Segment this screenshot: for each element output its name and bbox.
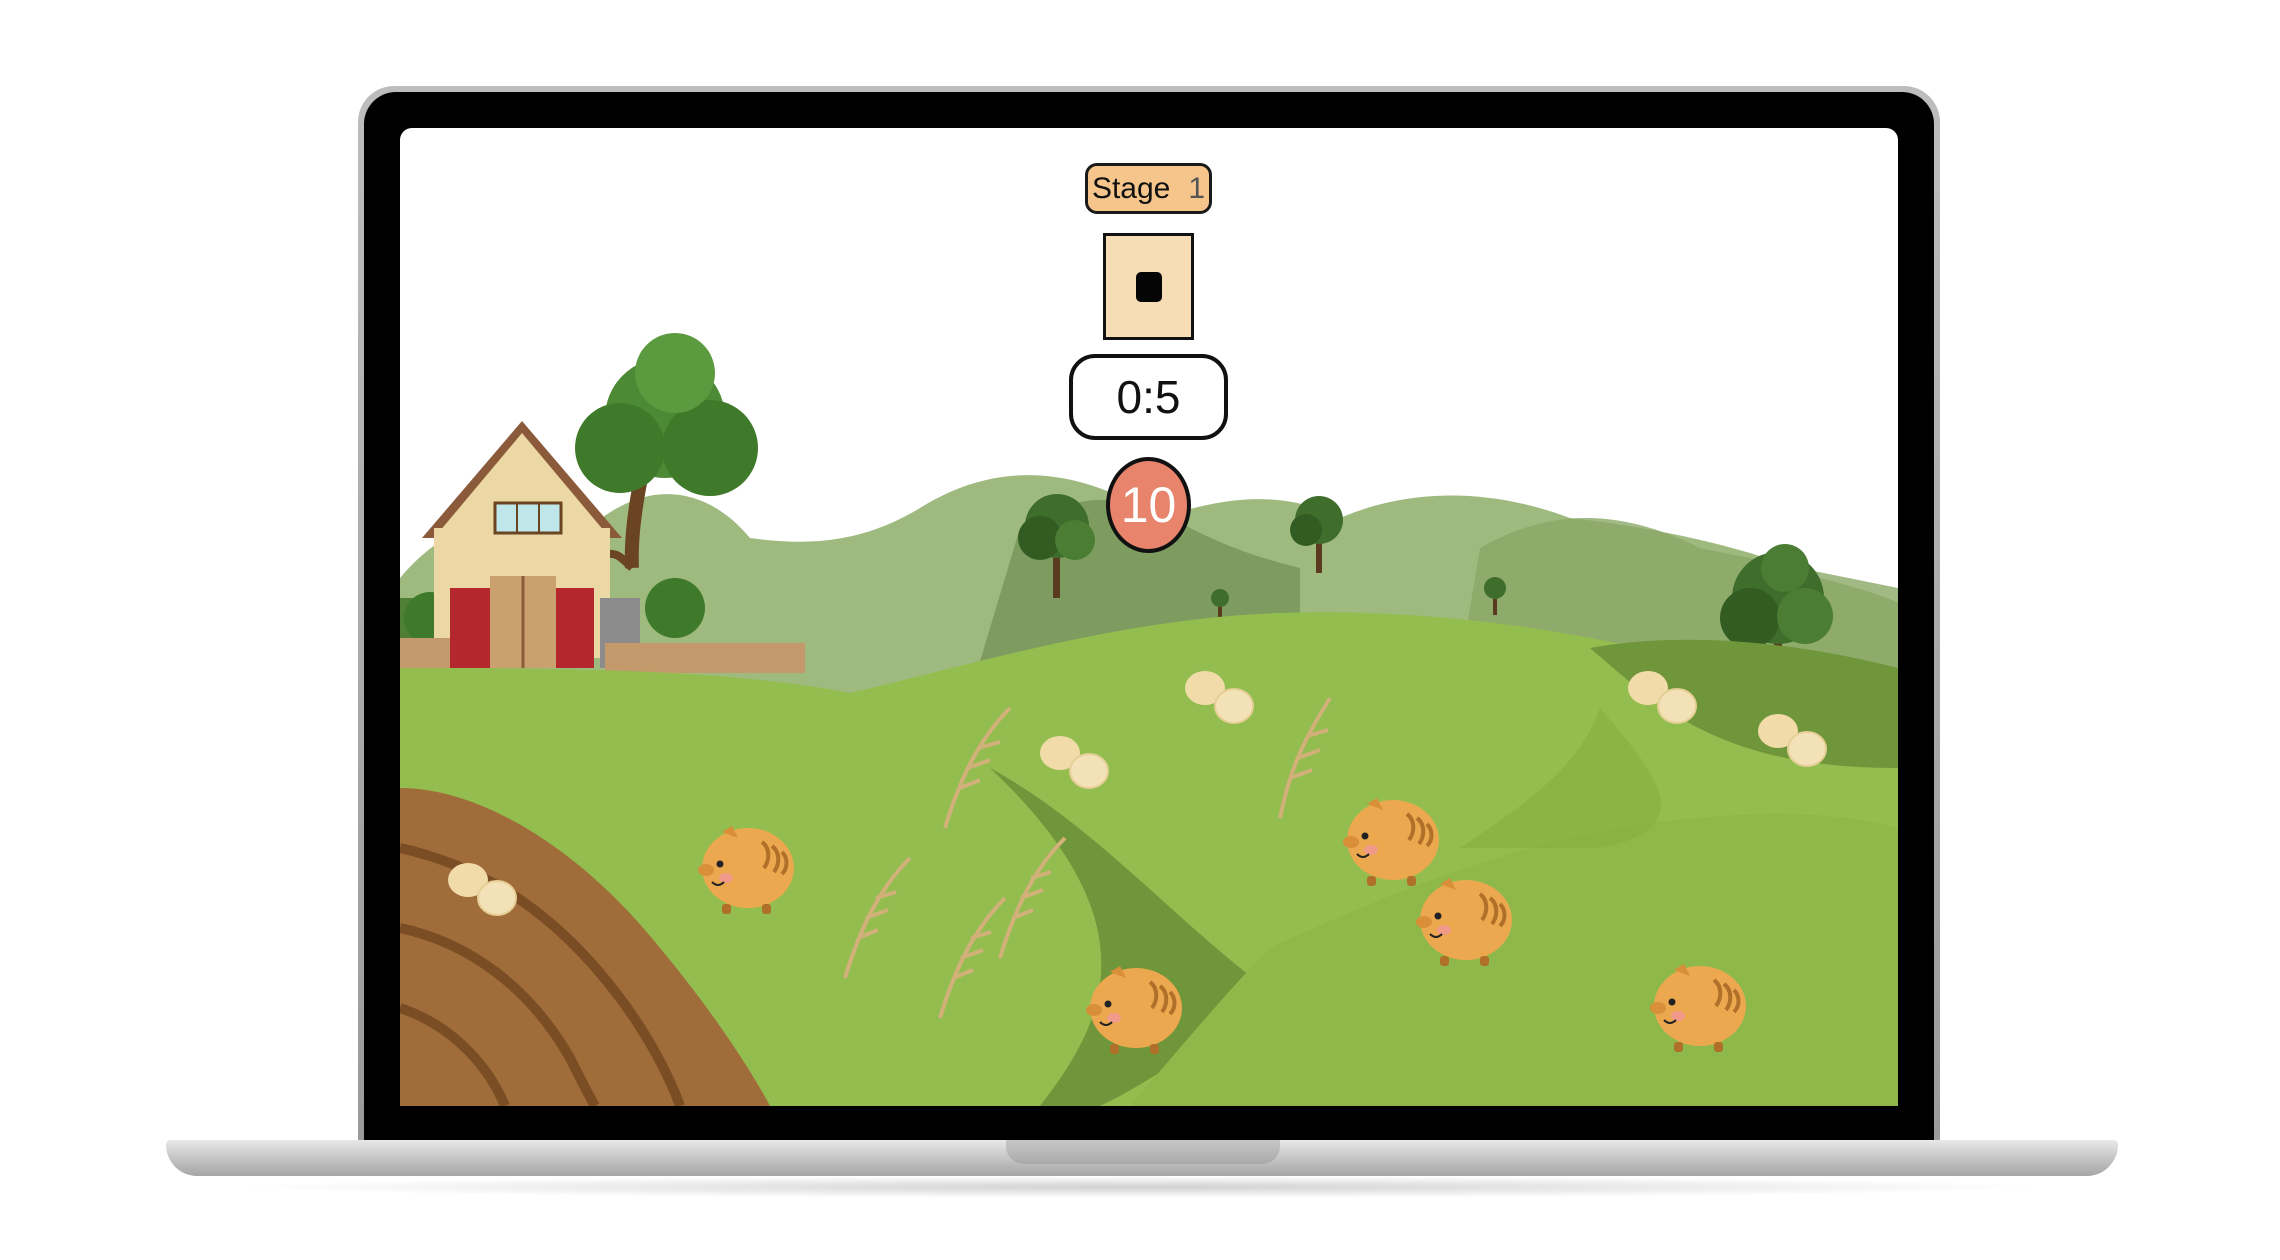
timer-display: 0:5 — [1069, 354, 1228, 440]
stop-icon — [1135, 271, 1162, 302]
score-badge: 10 — [1106, 457, 1191, 553]
stage-label: Stage — [1091, 171, 1171, 205]
game-screen: Stage 1 0:5 10 — [400, 128, 1898, 1106]
stage-badge: Stage 1 — [1085, 163, 1212, 214]
laptop-notch — [1006, 1140, 1280, 1164]
stage-number: 1 — [1188, 171, 1206, 205]
stop-button[interactable] — [1103, 233, 1194, 340]
laptop-mockup: Stage 1 0:5 10 — [0, 0, 2280, 1260]
laptop-shadow — [230, 1176, 2054, 1198]
